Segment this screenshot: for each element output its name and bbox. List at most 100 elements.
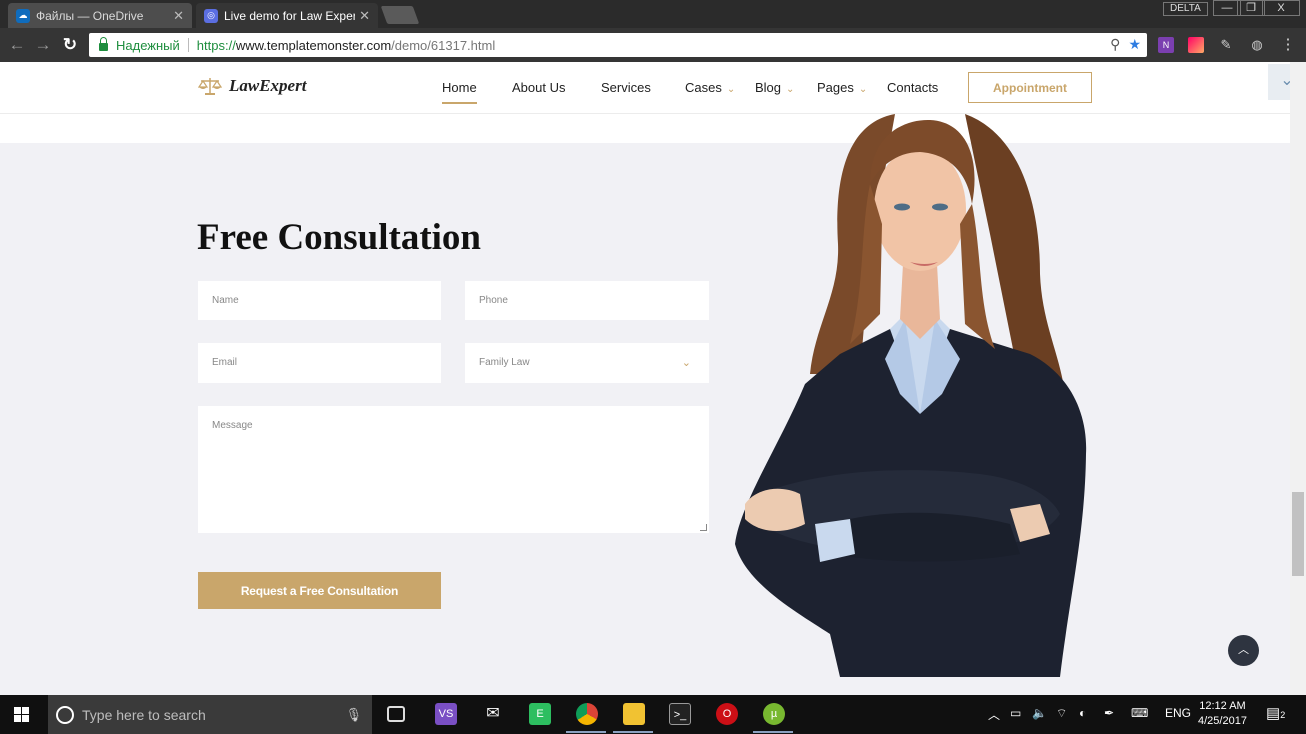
nav-about-us[interactable]: About Us [512,80,565,95]
section-title: Free Consultation [197,217,482,258]
email-input[interactable]: Email [198,343,441,383]
windows-taskbar: Type here to search 🎙 VS ✉ E >_ O µ ︿ ▭ … [0,695,1306,734]
chevron-down-icon: ⌄ [681,357,691,369]
active-app-indicator [566,731,606,733]
web-page: LawExpert Home About Us Services Cases ⌄… [0,62,1290,695]
active-app-indicator [613,731,653,733]
scrollbar-thumb[interactable] [1292,492,1304,576]
chevron-down-icon: ⌄ [726,84,736,95]
chrome-menu-icon[interactable]: ⋮ [1280,37,1296,53]
nav-label: Services [601,80,651,95]
browser-tab-strip: ☁ Файлы — OneDrive ✕ ◎ Live demo for Law… [0,0,1306,28]
nav-services[interactable]: Services [601,80,651,95]
templatemonster-icon: ◎ [204,8,218,23]
nav-home[interactable]: Home [442,80,477,104]
language-indicator[interactable]: ENG [1165,706,1191,720]
bookmark-star-icon[interactable]: ★ [1128,36,1141,53]
opera-icon[interactable]: O [716,703,738,725]
taskbar-search[interactable]: Type here to search 🎙 [48,695,372,734]
close-icon[interactable]: ✕ [359,8,370,24]
resize-handle-icon[interactable] [700,524,707,531]
phone-input[interactable]: Phone [465,281,709,320]
chrome-icon[interactable] [576,703,598,725]
visual-studio-icon[interactable]: VS [435,703,457,725]
nav-label: Home [442,80,477,95]
action-center-icon[interactable]: ▤2 [1266,704,1285,722]
zoom-icon[interactable]: ⚲ [1110,36,1120,53]
keyboard-icon[interactable]: ⌨ [1131,706,1148,720]
chevron-down-icon: ⌄ [786,84,795,95]
weather-icon[interactable]: ◐ [1079,706,1086,720]
profile-button[interactable]: DELTA [1163,2,1208,16]
clock[interactable]: 12:12 AM 4/25/2017 [1198,699,1247,729]
nav-label: Pages [817,80,854,95]
evernote-icon[interactable]: E [529,703,551,725]
search-placeholder: Type here to search [82,706,206,723]
practice-area-select[interactable]: Family Law ⌄ [465,343,709,383]
site-header: LawExpert Home About Us Services Cases ⌄… [0,62,1290,114]
active-app-indicator [753,731,793,733]
forward-icon[interactable]: → [33,35,53,55]
cortana-icon [56,705,74,724]
close-window-button[interactable]: X [1262,0,1300,16]
lock-icon [99,37,108,51]
onedrive-icon: ☁ [16,8,30,23]
tray-expand-icon[interactable]: ︿ [988,706,1000,723]
url-host: www.templatemonster.com [235,37,392,53]
nav-contacts[interactable]: Contacts [887,80,938,95]
site-logo[interactable]: LawExpert [198,76,306,96]
nav-blog[interactable]: Blog ⌄ [755,80,794,95]
restore-button[interactable]: ❐ [1237,0,1265,16]
terminal-icon[interactable]: >_ [669,703,691,725]
utorrent-icon[interactable]: µ [763,703,785,725]
browser-toolbar: ← → ↻ Надежный https:// www.templatemons… [0,28,1306,62]
selected-value: Family Law [479,357,530,368]
url-path: /demo/61317.html [391,37,496,53]
logo-text: LawExpert [229,76,307,95]
color-icon[interactable] [1188,37,1204,53]
back-icon[interactable]: ← [7,35,27,55]
microphone-icon[interactable]: 🎙 [345,707,362,723]
scroll-to-top-button[interactable]: ︿ [1228,635,1259,666]
pen-icon[interactable]: ✎ [1218,37,1234,53]
message-placeholder: Message [212,420,253,431]
evernote-icon[interactable]: ◍ [1249,37,1265,53]
address-bar[interactable]: Надежный https:// www.templatemonster.co… [89,33,1147,57]
reload-icon[interactable]: ↻ [60,35,80,55]
task-view-icon[interactable] [387,706,405,722]
tab-title: Файлы — OneDrive [36,8,144,23]
nav-label: Cases [685,80,722,95]
chevron-up-icon: ︿ [1238,644,1249,656]
file-explorer-icon[interactable] [623,703,645,725]
scales-icon [198,78,222,95]
new-tab-button[interactable] [380,6,420,24]
mail-icon[interactable]: ✉ [482,703,504,725]
nav-label: About Us [512,80,566,95]
nav-pages[interactable]: Pages ⌄ [817,80,867,95]
divider [187,38,189,52]
request-consultation-button[interactable]: Request a Free Consultation [198,572,441,609]
message-textarea[interactable]: Message [198,406,709,533]
url-scheme: https:// [196,37,236,53]
chevron-down-icon: ⌄ [858,84,868,95]
time: 12:12 AM [1199,700,1246,712]
close-icon[interactable]: ✕ [173,8,184,24]
wifi-icon[interactable]: ⌔ [1056,706,1067,721]
pen-workspace-icon[interactable]: ✒ [1104,706,1114,720]
page-scrollbar[interactable] [1290,62,1306,695]
windows-start-icon[interactable] [14,707,30,723]
secure-label: Надежный [116,37,180,53]
date: 4/25/2017 [1198,715,1247,727]
nav-label: Blog [755,80,782,95]
appointment-button[interactable]: Appointment [968,72,1092,103]
notification-count: 2 [1280,710,1286,720]
lawyer-portrait [735,114,1087,677]
name-input[interactable]: Name [198,281,441,320]
volume-icon[interactable]: 🔈 [1032,706,1047,720]
tab-onedrive[interactable]: ☁ Файлы — OneDrive ✕ [8,3,192,28]
nav-cases[interactable]: Cases ⌄ [685,80,735,95]
tab-title: Live demo for Law Expert [224,8,356,23]
onenote-icon[interactable]: N [1158,37,1174,53]
tab-law-expert[interactable]: ◎ Live demo for Law Expert ✕ [196,3,378,28]
battery-icon[interactable]: ▭ [1010,706,1021,720]
